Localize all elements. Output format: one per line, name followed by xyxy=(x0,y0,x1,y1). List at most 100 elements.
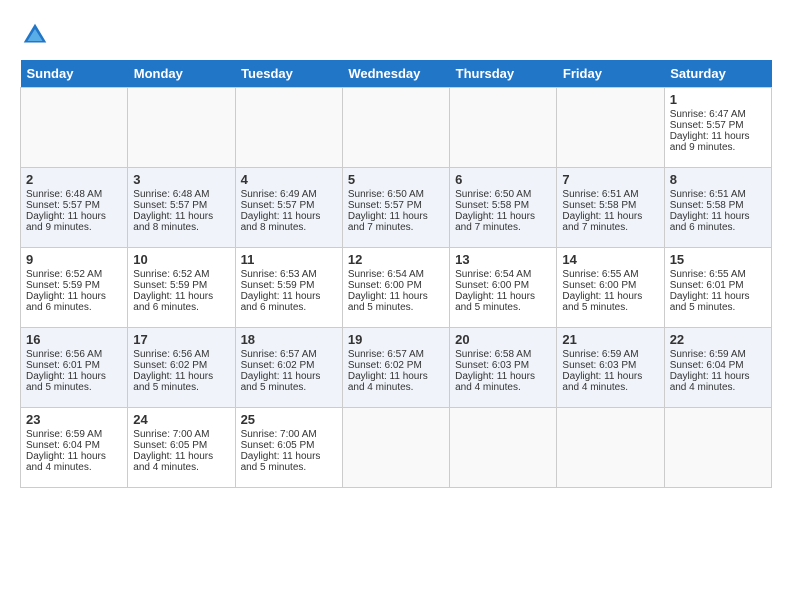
day-info: and 5 minutes. xyxy=(455,302,551,313)
day-info: Daylight: 11 hours xyxy=(26,291,122,302)
table-row: 5Sunrise: 6:50 AMSunset: 5:57 PMDaylight… xyxy=(342,168,449,248)
col-thursday: Thursday xyxy=(450,60,557,88)
day-info: Daylight: 11 hours xyxy=(26,451,122,462)
day-info: Sunrise: 6:59 AM xyxy=(26,429,122,440)
table-row: 15Sunrise: 6:55 AMSunset: 6:01 PMDayligh… xyxy=(664,248,771,328)
day-info: Sunrise: 6:55 AM xyxy=(562,269,658,280)
day-info: and 6 minutes. xyxy=(241,302,337,313)
day-info: Daylight: 11 hours xyxy=(241,451,337,462)
day-info: Sunrise: 6:54 AM xyxy=(455,269,551,280)
day-info: Daylight: 11 hours xyxy=(670,131,766,142)
day-info: Daylight: 11 hours xyxy=(133,371,229,382)
day-info: Daylight: 11 hours xyxy=(241,371,337,382)
table-row: 4Sunrise: 6:49 AMSunset: 5:57 PMDaylight… xyxy=(235,168,342,248)
day-info: Sunset: 5:58 PM xyxy=(455,200,551,211)
day-info: Sunset: 5:57 PM xyxy=(241,200,337,211)
calendar-week-row: 9Sunrise: 6:52 AMSunset: 5:59 PMDaylight… xyxy=(21,248,772,328)
day-info: Daylight: 11 hours xyxy=(348,371,444,382)
day-info: and 5 minutes. xyxy=(670,302,766,313)
day-number: 9 xyxy=(26,252,122,267)
day-info: and 6 minutes. xyxy=(670,222,766,233)
day-number: 23 xyxy=(26,412,122,427)
day-info: and 8 minutes. xyxy=(133,222,229,233)
day-info: Sunset: 6:03 PM xyxy=(562,360,658,371)
day-info: Sunrise: 6:50 AM xyxy=(455,189,551,200)
day-info: and 4 minutes. xyxy=(133,462,229,473)
col-wednesday: Wednesday xyxy=(342,60,449,88)
day-info: Sunset: 6:03 PM xyxy=(455,360,551,371)
day-info: Sunset: 5:59 PM xyxy=(133,280,229,291)
day-info: Sunset: 6:04 PM xyxy=(670,360,766,371)
day-number: 11 xyxy=(241,252,337,267)
day-info: Sunrise: 6:51 AM xyxy=(670,189,766,200)
table-row: 9Sunrise: 6:52 AMSunset: 5:59 PMDaylight… xyxy=(21,248,128,328)
day-info: Sunrise: 6:47 AM xyxy=(670,109,766,120)
day-info: and 7 minutes. xyxy=(455,222,551,233)
table-row: 23 Sunrise: 6:59 AMSunset: 6:04 PMDayligh… xyxy=(21,408,128,488)
day-info: Sunrise: 6:54 AM xyxy=(348,269,444,280)
day-number: 7 xyxy=(562,172,658,187)
day-info: Sunset: 6:05 PM xyxy=(241,440,337,451)
day-number: 16 xyxy=(26,332,122,347)
day-info: Sunset: 6:00 PM xyxy=(348,280,444,291)
day-info: and 8 minutes. xyxy=(241,222,337,233)
col-saturday: Saturday xyxy=(664,60,771,88)
day-info: Daylight: 11 hours xyxy=(348,211,444,222)
day-number: 8 xyxy=(670,172,766,187)
day-info: and 7 minutes. xyxy=(562,222,658,233)
day-info: Sunset: 6:02 PM xyxy=(133,360,229,371)
day-number: 25 xyxy=(241,412,337,427)
table-row: 12Sunrise: 6:54 AMSunset: 6:00 PMDayligh… xyxy=(342,248,449,328)
day-info: Daylight: 11 hours xyxy=(241,211,337,222)
calendar-table: Sunday Monday Tuesday Wednesday Thursday… xyxy=(20,60,772,488)
day-info: and 4 minutes. xyxy=(348,382,444,393)
table-row: 11Sunrise: 6:53 AMSunset: 5:59 PMDayligh… xyxy=(235,248,342,328)
day-info: Sunset: 6:02 PM xyxy=(348,360,444,371)
day-info: Daylight: 11 hours xyxy=(562,211,658,222)
day-info: Sunset: 6:00 PM xyxy=(562,280,658,291)
table-row: 17Sunrise: 6:56 AMSunset: 6:02 PMDayligh… xyxy=(128,328,235,408)
table-row: 18Sunrise: 6:57 AMSunset: 6:02 PMDayligh… xyxy=(235,328,342,408)
day-info: Sunrise: 6:53 AM xyxy=(241,269,337,280)
day-info: Sunset: 6:01 PM xyxy=(670,280,766,291)
day-number: 15 xyxy=(670,252,766,267)
day-info: Daylight: 11 hours xyxy=(562,291,658,302)
table-row: 7 Sunrise: 6:51 AMSunset: 5:58 PMDaylight… xyxy=(557,168,664,248)
calendar-week-row: 1Sunrise: 6:47 AMSunset: 5:57 PMDaylight… xyxy=(21,88,772,168)
table-row: 2Sunrise: 6:48 AMSunset: 5:57 PMDaylight… xyxy=(21,168,128,248)
day-info: Sunset: 5:57 PM xyxy=(133,200,229,211)
day-info: Sunrise: 6:59 AM xyxy=(562,349,658,360)
day-info: and 5 minutes. xyxy=(241,382,337,393)
day-info: and 9 minutes. xyxy=(670,142,766,153)
day-number: 20 xyxy=(455,332,551,347)
day-info: Daylight: 11 hours xyxy=(26,371,122,382)
day-number: 1 xyxy=(670,92,766,107)
day-number: 6 xyxy=(455,172,551,187)
day-number: 3 xyxy=(133,172,229,187)
day-info: and 7 minutes. xyxy=(348,222,444,233)
day-info: Daylight: 11 hours xyxy=(133,211,229,222)
day-number: 4 xyxy=(241,172,337,187)
day-info: Sunrise: 6:56 AM xyxy=(26,349,122,360)
calendar-week-row: 16Sunrise: 6:56 AMSunset: 6:01 PMDayligh… xyxy=(21,328,772,408)
day-number: 5 xyxy=(348,172,444,187)
table-row: 1Sunrise: 6:47 AMSunset: 5:57 PMDaylight… xyxy=(664,88,771,168)
day-info: Daylight: 11 hours xyxy=(670,371,766,382)
day-info: Sunset: 5:58 PM xyxy=(562,200,658,211)
day-info: Sunrise: 6:57 AM xyxy=(348,349,444,360)
table-row: 16Sunrise: 6:56 AMSunset: 6:01 PMDayligh… xyxy=(21,328,128,408)
day-number: 21 xyxy=(562,332,658,347)
day-info: Daylight: 11 hours xyxy=(562,371,658,382)
day-info: Sunset: 5:59 PM xyxy=(26,280,122,291)
table-row: 20Sunrise: 6:58 AMSunset: 6:03 PMDayligh… xyxy=(450,328,557,408)
day-info: Sunrise: 6:55 AM xyxy=(670,269,766,280)
day-info: Sunset: 6:04 PM xyxy=(26,440,122,451)
day-info: Sunrise: 6:51 AM xyxy=(562,189,658,200)
table-row: 22Sunrise: 6:59 AMSunset: 6:04 PMDayligh… xyxy=(664,328,771,408)
col-monday: Monday xyxy=(128,60,235,88)
day-info: and 5 minutes. xyxy=(241,462,337,473)
day-info: and 4 minutes. xyxy=(455,382,551,393)
table-row: 6Sunrise: 6:50 AMSunset: 5:58 PMDaylight… xyxy=(450,168,557,248)
col-tuesday: Tuesday xyxy=(235,60,342,88)
table-row: 10Sunrise: 6:52 AMSunset: 5:59 PMDayligh… xyxy=(128,248,235,328)
